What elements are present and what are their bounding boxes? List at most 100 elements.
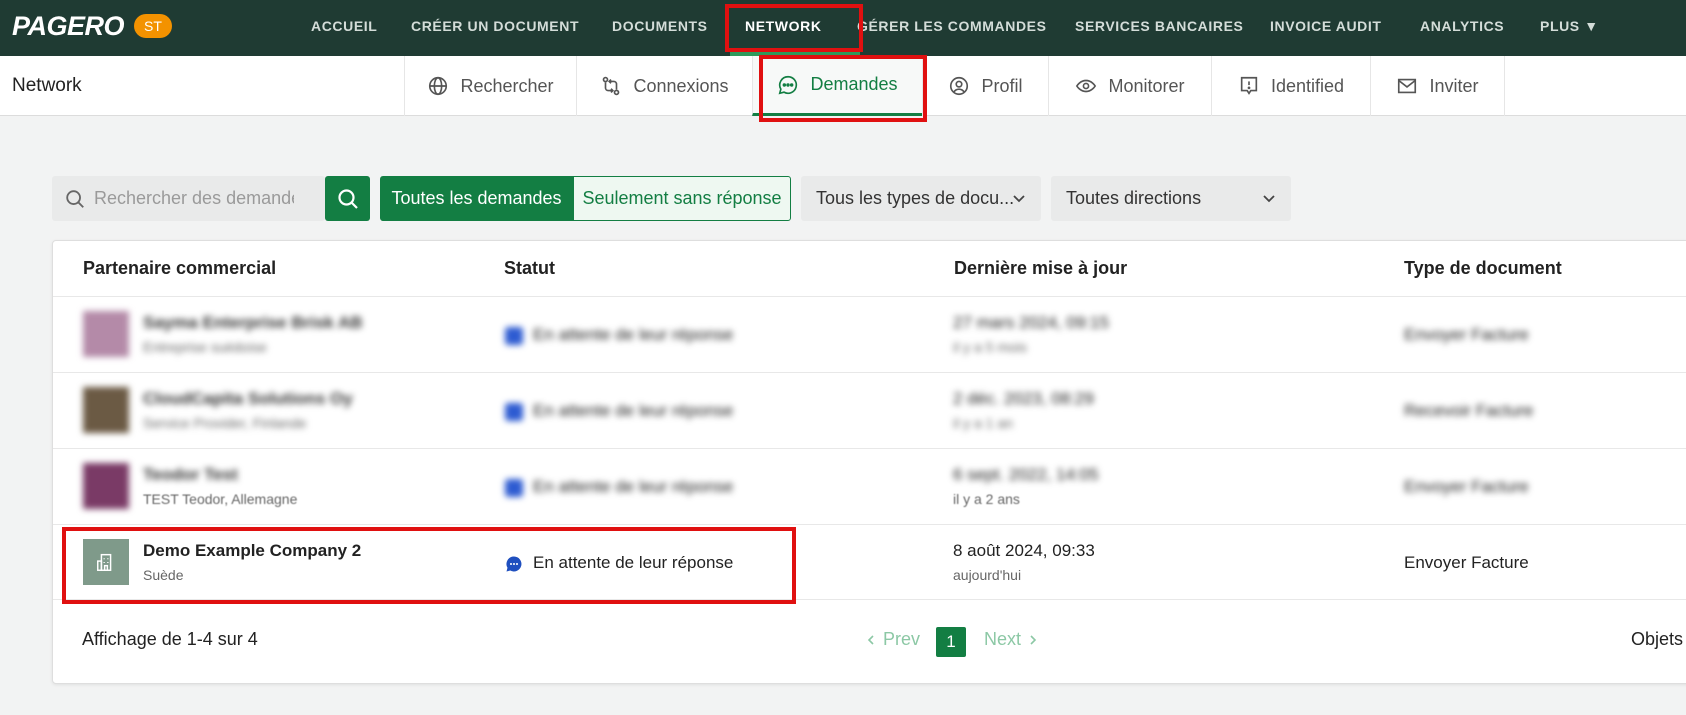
table-row[interactable]: Demo Example Company 2 Suède En attente … bbox=[53, 524, 1686, 600]
partner-subtitle: Suède bbox=[143, 567, 184, 583]
tab-label: Profil bbox=[981, 75, 1023, 96]
next-page-button[interactable]: Next bbox=[984, 629, 1039, 650]
nav-analytics[interactable]: ANALYTICS bbox=[1420, 0, 1504, 52]
table-row[interactable]: Teodor Test TEST Teodor, Allemagne En at… bbox=[53, 448, 1686, 524]
requests-table: Partenaire commercial Statut Dernière mi… bbox=[52, 240, 1686, 684]
search-icon bbox=[337, 188, 358, 209]
top-navigation: PAGERO ST ACCUEIL CRÉER UN DOCUMENT DOCU… bbox=[0, 0, 1686, 56]
nav-creer-document[interactable]: CRÉER UN DOCUMENT bbox=[411, 0, 579, 52]
last-update-date: 8 août 2024, 09:33 bbox=[953, 541, 1095, 560]
nav-accueil[interactable]: ACCUEIL bbox=[311, 0, 377, 52]
last-update-date: 6 sept. 2022, 14:05 bbox=[953, 465, 1099, 484]
tab-demandes[interactable]: Demandes bbox=[752, 56, 922, 116]
tab-monitorer[interactable]: Monitorer bbox=[1048, 56, 1211, 116]
document-type-dropdown[interactable]: Tous les types de docu... bbox=[801, 176, 1041, 221]
search-button[interactable] bbox=[325, 176, 370, 221]
partner-name: Demo Example Company 2 bbox=[143, 541, 362, 560]
table-row[interactable]: Sayma Enterprise Brisk AB Entreprise sué… bbox=[53, 296, 1686, 372]
partner-avatar bbox=[83, 539, 129, 585]
sub-navigation: Network Rechercher Connexions Demandes P… bbox=[0, 56, 1686, 116]
column-header-partner[interactable]: Partenaire commercial bbox=[83, 241, 276, 296]
partner-avatar bbox=[83, 311, 129, 357]
nav-invoice-audit[interactable]: INVOICE AUDIT bbox=[1270, 0, 1382, 52]
column-header-document-type[interactable]: Type de document bbox=[1404, 241, 1562, 296]
partner-name: Sayma Enterprise Brisk AB bbox=[143, 313, 363, 332]
tab-inviter[interactable]: Inviter bbox=[1370, 56, 1505, 116]
globe-icon bbox=[429, 76, 448, 96]
chat-icon bbox=[779, 75, 798, 94]
chevron-left-icon bbox=[867, 634, 874, 645]
search-icon bbox=[66, 189, 84, 208]
chevron-down-icon bbox=[1013, 195, 1025, 203]
document-type: Envoyer Facture bbox=[1404, 477, 1529, 496]
document-type: Envoyer Facture bbox=[1404, 325, 1529, 344]
table-row[interactable]: CloudCapita Solutions Oy Service Provide… bbox=[53, 372, 1686, 448]
status-text: En attente de leur réponse bbox=[533, 477, 734, 496]
pagination-summary: Affichage de 1-4 sur 4 bbox=[82, 629, 258, 649]
last-update-relative: il y a 5 mois bbox=[953, 339, 1027, 355]
nav-network[interactable]: NETWORK bbox=[745, 0, 822, 52]
status-chat-icon bbox=[505, 327, 523, 345]
chevron-right-icon bbox=[1030, 634, 1037, 645]
last-update-date: 2 déc. 2023, 08:29 bbox=[953, 389, 1094, 408]
partner-name: CloudCapita Solutions Oy bbox=[143, 389, 353, 408]
filter-all-requests-button[interactable]: Toutes les demandes bbox=[380, 176, 573, 221]
user-circle-icon bbox=[950, 76, 969, 96]
alert-icon bbox=[1240, 76, 1258, 95]
building-icon bbox=[97, 553, 112, 571]
last-update-relative: il y a 1 an bbox=[953, 415, 1013, 431]
status-chat-icon bbox=[505, 479, 523, 497]
partner-subtitle: Service Provider, Finlande bbox=[143, 415, 307, 431]
nav-plus-menu[interactable]: PLUS ▼ bbox=[1540, 0, 1599, 52]
connections-icon bbox=[603, 76, 620, 96]
next-label: Next bbox=[984, 629, 1022, 649]
column-header-status[interactable]: Statut bbox=[504, 241, 555, 296]
search-field-container bbox=[52, 176, 325, 221]
document-type: Recevoir Facture bbox=[1404, 401, 1534, 420]
tab-label: Inviter bbox=[1429, 75, 1479, 96]
status-text: En attente de leur réponse bbox=[533, 401, 734, 420]
dropdown-value: Tous les types de docu... bbox=[816, 188, 1015, 208]
tab-connexions[interactable]: Connexions bbox=[576, 56, 752, 116]
chevron-down-icon bbox=[1263, 195, 1275, 203]
search-input[interactable] bbox=[94, 188, 294, 209]
tab-label: Demandes bbox=[810, 74, 898, 94]
partner-subtitle: TEST Teodor, Allemagne bbox=[143, 491, 298, 507]
tab-label: Connexions bbox=[633, 75, 729, 96]
tab-label: Identified bbox=[1270, 75, 1345, 96]
chat-bubble-icon bbox=[506, 556, 522, 572]
environment-badge: ST bbox=[134, 14, 172, 38]
tab-label: Monitorer bbox=[1108, 75, 1185, 96]
prev-page-button[interactable]: Prev bbox=[865, 629, 920, 650]
last-update-date: 27 mars 2024, 09:15 bbox=[953, 313, 1109, 332]
items-per-page-label: Objets p bbox=[1631, 629, 1686, 649]
eye-icon bbox=[1076, 79, 1097, 93]
nav-services-bancaires[interactable]: SERVICES BANCAIRES bbox=[1075, 0, 1243, 52]
partner-avatar bbox=[83, 387, 129, 433]
tab-rechercher[interactable]: Rechercher bbox=[404, 56, 576, 116]
status-chat-icon bbox=[505, 403, 523, 421]
status-text: En attente de leur réponse bbox=[533, 553, 734, 572]
page-number-current[interactable]: 1 bbox=[936, 627, 966, 657]
partner-subtitle: Entreprise suédoise bbox=[143, 339, 267, 355]
filter-unanswered-button[interactable]: Seulement sans réponse bbox=[573, 176, 791, 221]
tab-label: Rechercher bbox=[460, 75, 554, 96]
nav-gerer-commandes[interactable]: GÉRER LES COMMANDES bbox=[857, 0, 1047, 52]
dropdown-value: Toutes directions bbox=[1066, 188, 1202, 208]
document-type: Envoyer Facture bbox=[1404, 553, 1529, 572]
mail-icon bbox=[1398, 78, 1417, 94]
nav-documents[interactable]: DOCUMENTS bbox=[612, 0, 708, 52]
pagero-logo[interactable]: PAGERO ST bbox=[12, 9, 172, 43]
column-header-last-update[interactable]: Dernière mise à jour bbox=[954, 241, 1127, 296]
prev-label: Prev bbox=[883, 629, 921, 649]
logo-text: PAGERO bbox=[12, 10, 125, 41]
tab-identified[interactable]: Identified bbox=[1211, 56, 1370, 116]
last-update-relative: il y a 2 ans bbox=[953, 491, 1020, 507]
partner-avatar bbox=[83, 463, 129, 509]
direction-dropdown[interactable]: Toutes directions bbox=[1051, 176, 1291, 221]
last-update-relative: aujourd'hui bbox=[953, 567, 1022, 583]
status-text: En attente de leur réponse bbox=[533, 325, 734, 344]
section-title: Network bbox=[12, 75, 82, 96]
partner-name: Teodor Test bbox=[143, 465, 238, 484]
tab-profil[interactable]: Profil bbox=[922, 56, 1048, 116]
